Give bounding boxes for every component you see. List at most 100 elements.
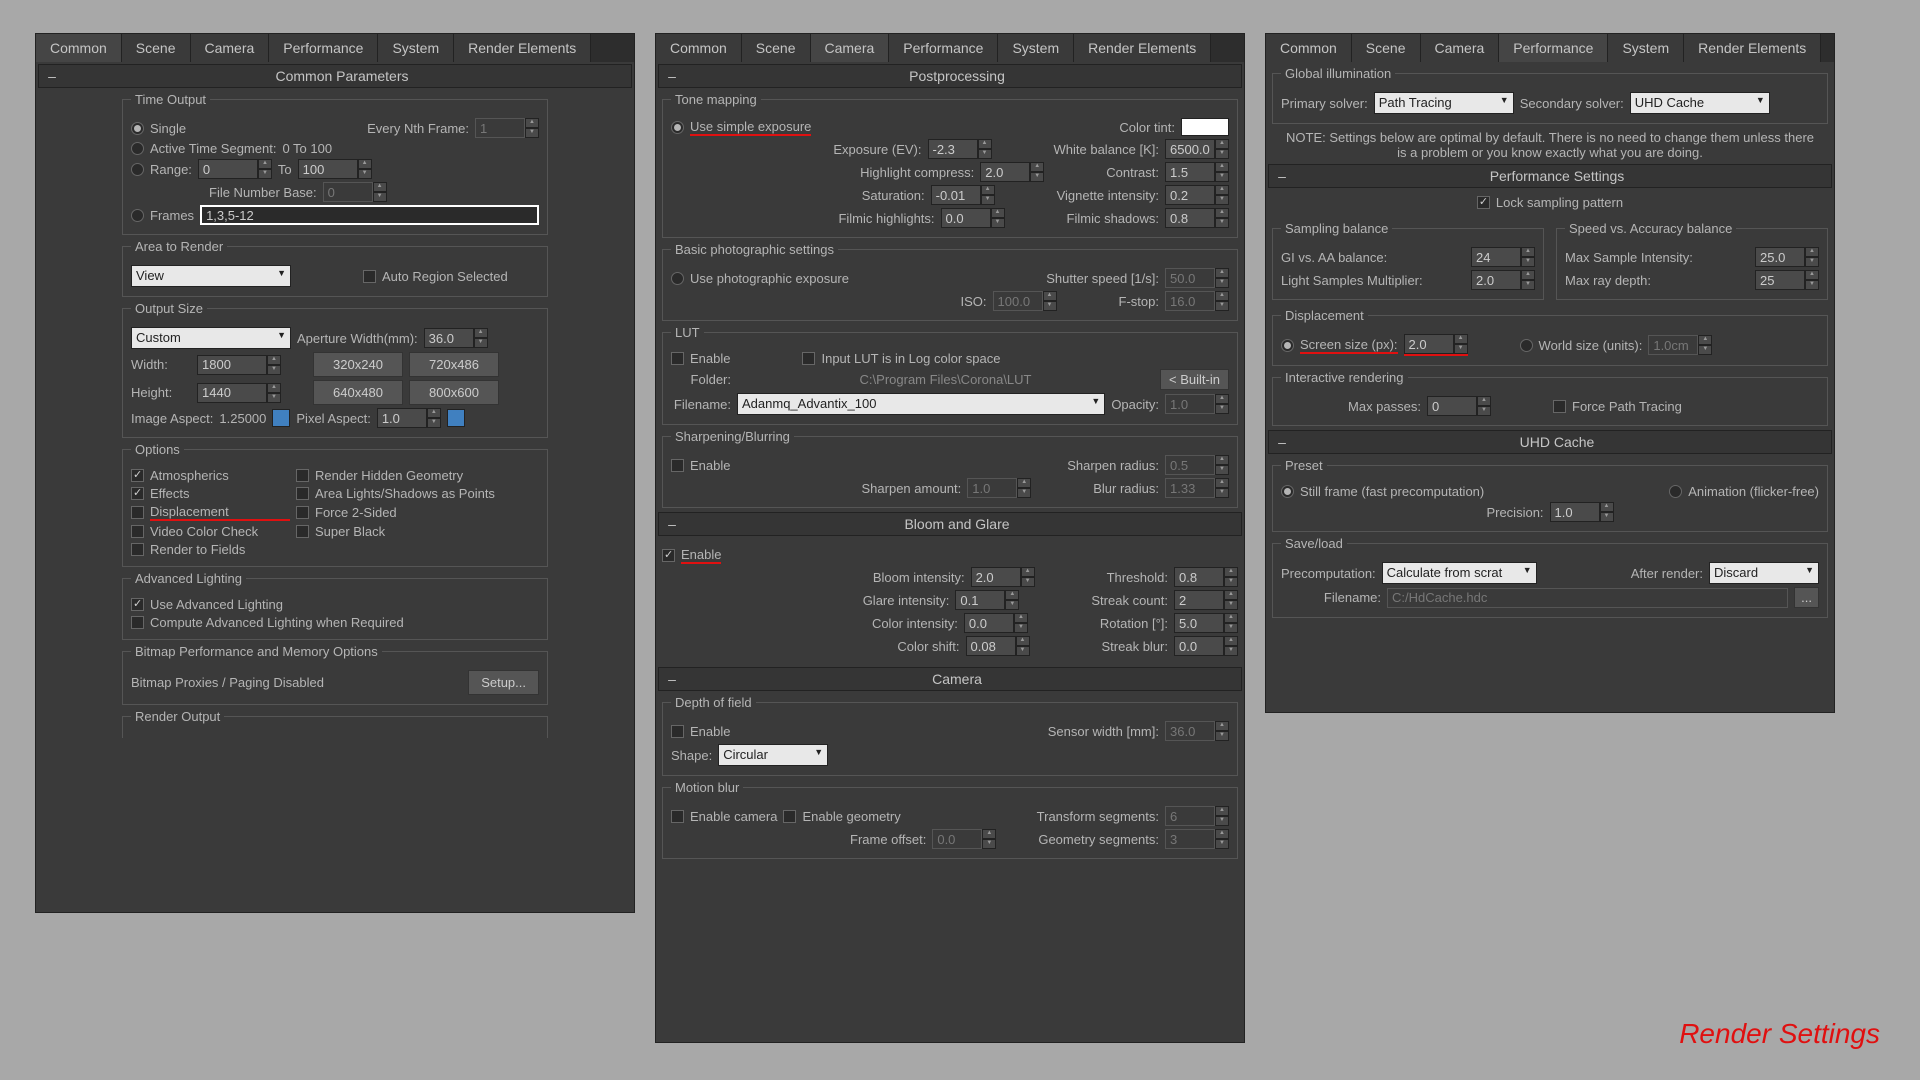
tab-render-elements[interactable]: Render Elements (454, 34, 591, 62)
cache-filename-input[interactable] (1387, 588, 1788, 608)
check-dof-enable[interactable] (671, 725, 684, 738)
streak-count-input[interactable] (1174, 590, 1224, 610)
lut-filename-dropdown[interactable]: Adanmq_Advantix_100 (737, 393, 1105, 415)
tab-camera-2[interactable]: Camera (811, 34, 890, 62)
section-uhd-cache[interactable]: ‒UHD Cache (1268, 430, 1832, 454)
max-ray-input[interactable] (1755, 270, 1805, 290)
check-sharp-enable[interactable] (671, 459, 684, 472)
screen-size-input[interactable] (1404, 334, 1454, 354)
tab-camera-3[interactable]: Camera (1421, 34, 1500, 62)
tab-common-2[interactable]: Common (656, 34, 742, 62)
contrast-input[interactable] (1165, 162, 1215, 182)
check-super-black[interactable] (296, 525, 309, 538)
color-tint-swatch[interactable] (1181, 118, 1229, 136)
file-num-input[interactable] (323, 182, 373, 202)
pixel-aspect-input[interactable] (377, 408, 427, 428)
tab-system-2[interactable]: System (998, 34, 1074, 62)
area-dropdown[interactable]: View (131, 265, 291, 287)
section-perf-settings[interactable]: ‒Performance Settings (1268, 164, 1832, 188)
check-mb-geometry[interactable] (783, 810, 796, 823)
precomp-dropdown[interactable]: Calculate from scrat (1382, 562, 1537, 584)
world-size-input[interactable] (1648, 335, 1698, 355)
every-nth-input[interactable] (475, 118, 525, 138)
sharpen-radius-input[interactable] (1165, 455, 1215, 475)
range-from-input[interactable] (198, 159, 258, 179)
check-hidden-geo[interactable] (296, 469, 309, 482)
tab-performance[interactable]: Performance (269, 34, 378, 62)
max-sample-input[interactable] (1755, 247, 1805, 267)
vignette-input[interactable] (1165, 185, 1215, 205)
color-shift-input[interactable] (966, 636, 1016, 656)
output-preset-dropdown[interactable]: Custom (131, 327, 291, 349)
section-camera-settings[interactable]: ‒Camera (658, 667, 1242, 691)
streak-blur-input[interactable] (1174, 636, 1224, 656)
sensor-width-input[interactable] (1165, 721, 1215, 741)
check-bloom-enable[interactable] (662, 549, 675, 562)
tab-scene-3[interactable]: Scene (1352, 34, 1421, 62)
check-displacement[interactable] (131, 506, 144, 519)
tab-camera[interactable]: Camera (191, 34, 270, 62)
check-render-fields[interactable] (131, 543, 144, 556)
check-area-lights[interactable] (296, 487, 309, 500)
preset-720x486[interactable]: 720x486 (409, 352, 499, 377)
browse-button[interactable]: ... (1794, 587, 1819, 608)
dof-shape-dropdown[interactable]: Circular (718, 744, 828, 766)
radio-range[interactable] (131, 163, 144, 176)
after-render-dropdown[interactable]: Discard (1709, 562, 1819, 584)
check-lock-sampling[interactable] (1477, 196, 1490, 209)
hl-compress-input[interactable] (980, 162, 1030, 182)
check-atmospherics[interactable] (131, 469, 144, 482)
range-to-input[interactable] (298, 159, 358, 179)
check-force-path[interactable] (1553, 400, 1566, 413)
exposure-input[interactable] (928, 139, 978, 159)
builtin-button[interactable]: < Built-in (1160, 369, 1229, 390)
shutter-input[interactable] (1165, 268, 1215, 288)
aperture-input[interactable] (424, 328, 474, 348)
lock-pixel-aspect-icon[interactable] (447, 409, 465, 427)
geometry-seg-input[interactable] (1165, 829, 1215, 849)
tab-render-elements-3[interactable]: Render Elements (1684, 34, 1821, 62)
check-auto-region[interactable] (363, 270, 376, 283)
filmic-hl-input[interactable] (941, 208, 991, 228)
check-force-2sided[interactable] (296, 506, 309, 519)
filmic-sh-input[interactable] (1165, 208, 1215, 228)
fstop-input[interactable] (1165, 291, 1215, 311)
width-input[interactable] (197, 355, 267, 375)
gi-aa-input[interactable] (1471, 247, 1521, 267)
radio-photo-exposure[interactable] (671, 272, 684, 285)
bloom-intensity-input[interactable] (971, 567, 1021, 587)
radio-frames[interactable] (131, 209, 144, 222)
check-mb-camera[interactable] (671, 810, 684, 823)
transform-seg-input[interactable] (1165, 806, 1215, 826)
check-effects[interactable] (131, 487, 144, 500)
preset-800x600[interactable]: 800x600 (409, 380, 499, 405)
tab-system[interactable]: System (378, 34, 454, 62)
check-lut-enable[interactable] (671, 352, 684, 365)
max-passes-input[interactable] (1427, 396, 1477, 416)
lut-opacity-input[interactable] (1165, 394, 1215, 414)
radio-single[interactable] (131, 122, 144, 135)
rotation-input[interactable] (1174, 613, 1224, 633)
light-samples-input[interactable] (1471, 270, 1521, 290)
tab-common-3[interactable]: Common (1266, 34, 1352, 62)
preset-640x480[interactable]: 640x480 (313, 380, 403, 405)
section-common-params[interactable]: ‒Common Parameters (38, 64, 632, 88)
saturation-input[interactable] (931, 185, 981, 205)
glare-intensity-input[interactable] (955, 590, 1005, 610)
tab-system-3[interactable]: System (1608, 34, 1684, 62)
radio-simple-exposure[interactable] (671, 121, 684, 134)
tab-performance-2[interactable]: Performance (889, 34, 998, 62)
frame-offset-input[interactable] (932, 829, 982, 849)
bloom-threshold-input[interactable] (1174, 567, 1224, 587)
iso-input[interactable] (993, 291, 1043, 311)
check-compute-adv[interactable] (131, 616, 144, 629)
tab-scene[interactable]: Scene (122, 34, 191, 62)
collapse-icon[interactable]: ‒ (45, 68, 59, 84)
tab-common[interactable]: Common (36, 34, 122, 62)
section-bloom[interactable]: ‒Bloom and Glare (658, 512, 1242, 536)
precision-input[interactable] (1550, 502, 1600, 522)
radio-active-seg[interactable] (131, 142, 144, 155)
tab-render-elements-2[interactable]: Render Elements (1074, 34, 1211, 62)
spin-down[interactable]: ▼ (525, 128, 539, 138)
blur-radius-input[interactable] (1165, 478, 1215, 498)
